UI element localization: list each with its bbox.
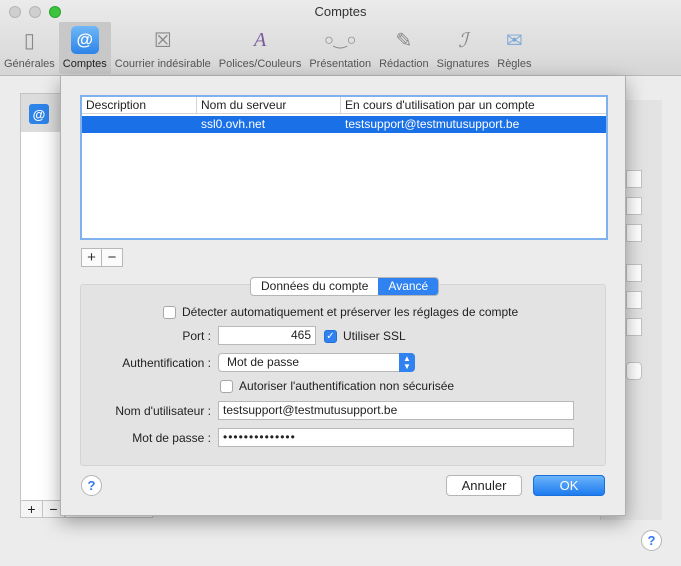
- bg-text-field[interactable]: [626, 291, 642, 309]
- table-row[interactable]: ssl0.ovh.net testsupport@testmutusupport…: [82, 116, 606, 133]
- column-header-server[interactable]: Nom du serveur: [197, 97, 341, 113]
- cancel-button[interactable]: Annuler: [446, 475, 522, 496]
- ssl-checkbox[interactable]: ✓: [324, 329, 337, 343]
- toolbar-item-comptes[interactable]: @ Comptes: [58, 22, 111, 74]
- preferences-toolbar: ▯ Générales @ Comptes ☒ Courrier indésir…: [0, 22, 536, 74]
- switch-icon: ▯: [23, 29, 35, 52]
- table-header: Description Nom du serveur En cours d'ut…: [82, 97, 606, 114]
- bg-popup[interactable]: [626, 362, 642, 380]
- tab-donnees-du-compte[interactable]: Données du compte: [251, 278, 378, 295]
- chevron-up-down-icon: ▲ ▼: [399, 353, 415, 372]
- auth-label: Authentification :: [122, 356, 211, 370]
- insecure-auth-label: Autoriser l'authentification non sécuris…: [239, 379, 455, 393]
- toolbar-item-presentation[interactable]: ○‿○ Présentation: [305, 22, 375, 74]
- rules-envelope-icon: ✉: [505, 29, 523, 52]
- ssl-row: ✓ Utiliser SSL: [324, 329, 406, 343]
- bg-text-field[interactable]: [626, 224, 642, 242]
- cell-description: [82, 116, 197, 133]
- auto-detect-checkbox[interactable]: [163, 305, 176, 319]
- window-titlebar: Comptes ▯ Générales @ Comptes ☒ Courrier…: [0, 0, 681, 76]
- toolbar-item-redaction[interactable]: ✎ Rédaction: [375, 22, 433, 74]
- cell-in-use: testsupport@testmutusupport.be: [345, 117, 520, 131]
- window-title: Comptes: [314, 4, 367, 19]
- sheet-help-button[interactable]: ?: [81, 475, 102, 496]
- font-color-icon: A: [253, 28, 267, 51]
- ok-button[interactable]: OK: [533, 475, 605, 496]
- username-field[interactable]: testsupport@testmutusupport.be: [218, 401, 574, 420]
- auto-detect-label: Détecter automatiquement et préserver le…: [182, 305, 519, 319]
- toolbar-item-label: Comptes: [62, 58, 107, 70]
- signature-icon: ℐ: [458, 29, 468, 52]
- column-header-description[interactable]: Description: [82, 97, 197, 113]
- toolbar-item-label: Courrier indésirable: [114, 58, 211, 70]
- glasses-icon: ○‿○: [324, 32, 357, 49]
- ssl-label: Utiliser SSL: [343, 329, 406, 343]
- toolbar-item-generales[interactable]: ▯ Générales: [0, 22, 59, 74]
- toolbar-item-signatures[interactable]: ℐ Signatures: [433, 22, 494, 74]
- insecure-auth-checkbox[interactable]: [220, 379, 233, 393]
- add-server-button[interactable]: +: [82, 249, 102, 266]
- port-field[interactable]: 465: [218, 326, 316, 345]
- column-header-in-use[interactable]: En cours d'utilisation par un compte: [341, 97, 606, 113]
- bg-text-field[interactable]: [626, 170, 642, 188]
- bg-text-field[interactable]: [626, 197, 642, 215]
- auth-select-value: Mot de passe: [227, 355, 300, 369]
- toolbar-item-label: Règles: [497, 58, 532, 70]
- tab-avance[interactable]: Avancé: [378, 278, 439, 295]
- toolbar-item-regles[interactable]: ✉ Règles: [493, 22, 535, 74]
- bg-text-field[interactable]: [626, 318, 642, 336]
- account-at-icon: @: [29, 104, 49, 124]
- add-account-button[interactable]: +: [21, 501, 43, 517]
- help-button[interactable]: ?: [641, 530, 662, 551]
- username-label: Nom d'utilisateur :: [115, 404, 211, 418]
- toolbar-item-polices-couleurs[interactable]: A Polices/Couleurs: [215, 22, 306, 74]
- server-add-remove: + −: [81, 248, 123, 267]
- junk-tray-icon: ☒: [153, 29, 172, 52]
- smtp-server-sheet: Description Nom du serveur En cours d'ut…: [60, 76, 626, 516]
- segmented-tabs: Données du compte Avancé: [250, 277, 440, 296]
- cell-server: ssl0.ovh.net: [201, 117, 266, 131]
- toolbar-item-label: Rédaction: [379, 58, 429, 70]
- remove-server-button[interactable]: −: [102, 249, 122, 266]
- at-sign-icon: @: [70, 26, 99, 54]
- bg-text-field[interactable]: [626, 264, 642, 282]
- insecure-auth-row: Autoriser l'authentification non sécuris…: [220, 379, 454, 393]
- toolbar-item-label: Signatures: [436, 58, 490, 70]
- toolbar-item-label: Polices/Couleurs: [218, 58, 302, 70]
- password-label: Mot de passe :: [132, 431, 211, 445]
- password-field[interactable]: ••••••••••••••: [218, 428, 574, 447]
- toolbar-item-label: Présentation: [309, 58, 372, 70]
- port-label: Port :: [182, 329, 211, 343]
- auto-detect-row: Détecter automatiquement et préserver le…: [163, 305, 518, 319]
- auth-select[interactable]: Mot de passe ▲ ▼: [218, 353, 415, 372]
- toolbar-item-label: Générales: [4, 58, 55, 70]
- toolbar-item-courrier-indesirable[interactable]: ☒ Courrier indésirable: [111, 22, 215, 74]
- smtp-server-table[interactable]: Description Nom du serveur En cours d'ut…: [80, 95, 608, 240]
- pencil-pad-icon: ✎: [395, 29, 413, 52]
